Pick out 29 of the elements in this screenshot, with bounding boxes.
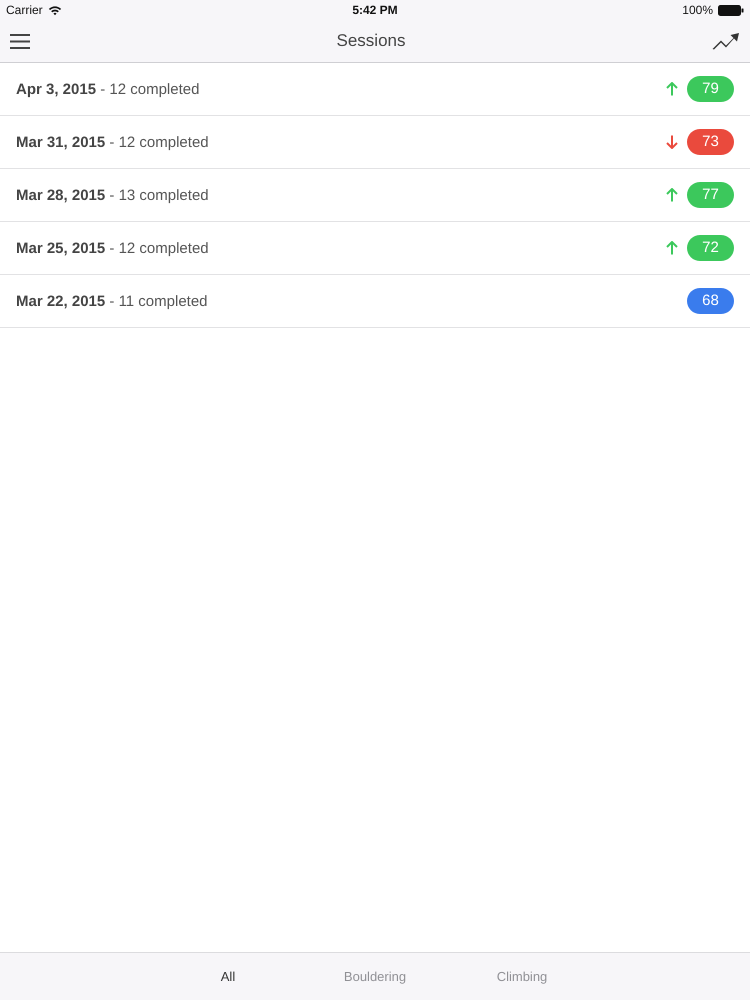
session-summary: Mar 22, 2015 - 11 completed: [16, 292, 208, 310]
battery-percent: 100%: [682, 3, 713, 17]
battery-icon: [718, 4, 744, 16]
score-badge: 72: [687, 235, 734, 261]
session-summary: Mar 25, 2015 - 12 completed: [16, 240, 209, 256]
score-badge: 77: [687, 182, 734, 208]
score-badge: 79: [687, 76, 734, 102]
up-arrow-icon: [666, 241, 678, 255]
wifi-icon: [48, 4, 62, 16]
screen-title: Sessions: [336, 31, 406, 51]
session-row[interactable]: Mar 25, 2015 - 12 completed 72: [0, 222, 750, 275]
down-arrow-icon: [666, 135, 678, 149]
score-badge: 73: [687, 129, 734, 155]
tab[interactable]: All: [154, 963, 302, 990]
session-row[interactable]: Apr 3, 2015 - 12 completed 79: [0, 63, 750, 116]
up-arrow-icon: [666, 188, 678, 202]
session-summary: Apr 3, 2015 - 12 completed: [16, 80, 200, 98]
session-summary: Mar 28, 2015 - 13 completed: [16, 186, 209, 204]
menu-icon: [10, 34, 30, 48]
session-row[interactable]: Mar 22, 2015 - 11 completed 68: [0, 275, 750, 328]
clock-time: 5:42 PM: [352, 3, 398, 17]
carrier-label: Carrier: [6, 3, 43, 17]
menu-button[interactable]: [8, 32, 32, 50]
session-row[interactable]: Mar 28, 2015 - 13 completed 77: [0, 169, 750, 222]
up-arrow-icon: [666, 82, 678, 96]
trending-up-icon: [712, 32, 739, 50]
score-badge: 68: [687, 288, 734, 314]
session-row[interactable]: Mar 31, 2015 - 12 completed 73: [0, 116, 750, 169]
session-summary: Mar 31, 2015 - 12 completed: [16, 134, 209, 150]
